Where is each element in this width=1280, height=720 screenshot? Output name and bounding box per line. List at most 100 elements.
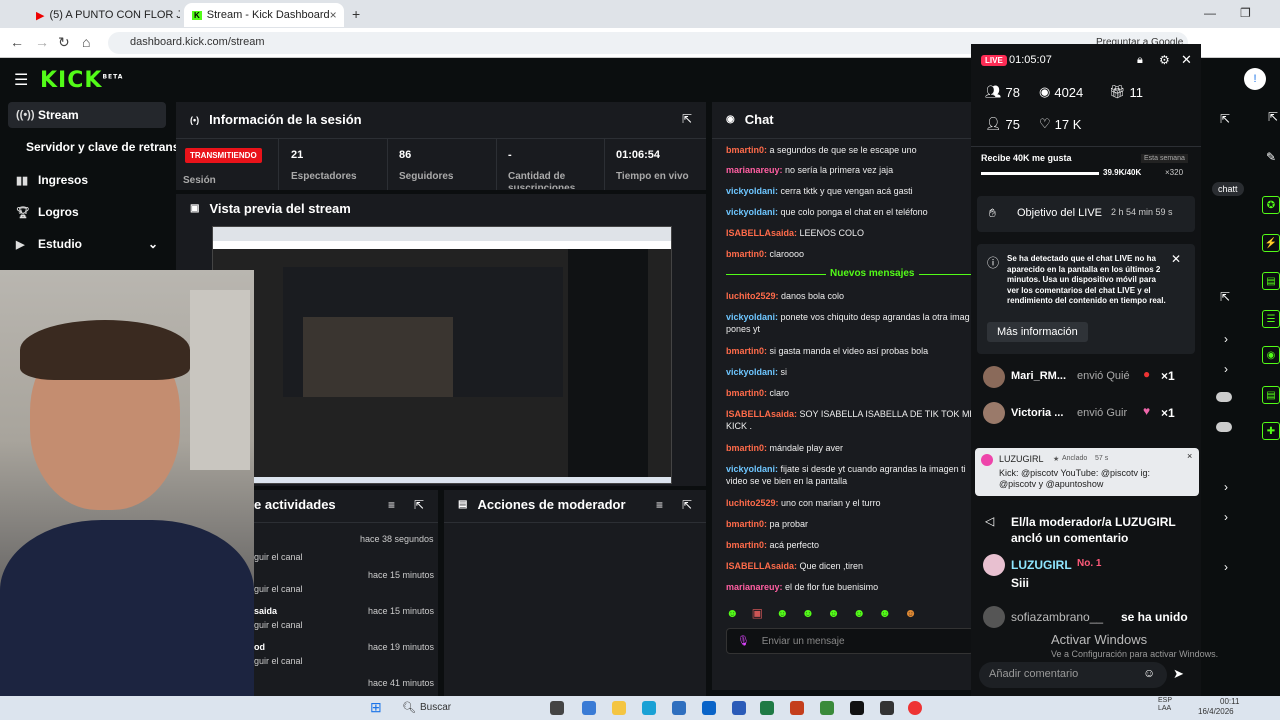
chrome-icon[interactable] (908, 701, 922, 715)
chat-message[interactable]: bmartin0: a segundos de que se le escape… (726, 144, 974, 156)
windows-icon[interactable]: ⊞ (370, 699, 382, 716)
chevron-right-icon[interactable]: › (1224, 332, 1228, 346)
chat-username[interactable]: vickyoldani: (726, 207, 781, 217)
app-icon[interactable] (582, 701, 596, 715)
chat-message[interactable]: bmartin0: claroooo (726, 248, 974, 260)
chat-message[interactable]: bmartin0: acá perfecto (726, 539, 974, 551)
tab-kick[interactable]: K Stream - Kick Dashboard × (184, 3, 344, 27)
popout-icon[interactable]: ⇱ (1220, 112, 1230, 126)
home-icon[interactable]: ⌂ (82, 34, 90, 50)
comment-input[interactable]: Añadir comentario (979, 662, 1167, 688)
lock-icon[interactable]: 🔒︎ (1137, 54, 1143, 67)
kick-logo[interactable]: KICKBETA (40, 68, 123, 93)
chat-message[interactable]: ISABELLAsaida: LEENOS COLO (726, 227, 974, 239)
close-icon[interactable]: ✕ (1171, 252, 1181, 266)
chevron-right-icon[interactable]: › (1224, 362, 1228, 376)
close-icon[interactable]: × (1187, 451, 1192, 461)
chat-username[interactable]: luchito2529: (726, 291, 781, 301)
date[interactable]: 16/4/2026 (1198, 707, 1234, 716)
chat-username[interactable]: bmartin0: (726, 540, 770, 550)
chat-username[interactable]: bmartin0: (726, 388, 770, 398)
avatar[interactable]: ! (1244, 68, 1266, 90)
chat-username[interactable]: marianareuy: (726, 582, 785, 592)
chat-message[interactable]: luchito2529: danos bola colo (726, 290, 974, 302)
search-icon[interactable]: 🔍︎ (402, 701, 416, 714)
folder-icon[interactable] (612, 701, 626, 715)
tool-icon[interactable]: ▤ (1262, 386, 1280, 404)
toggle[interactable] (1216, 422, 1232, 432)
chat-message[interactable]: KICK . (726, 420, 974, 432)
reload-icon[interactable]: ↻ (58, 34, 70, 51)
sidebar-item-ingresos[interactable]: ▮▮ Ingresos (8, 167, 166, 193)
popout-icon[interactable]: ⇱ (1220, 290, 1230, 304)
chat-username[interactable]: bmartin0: (726, 346, 770, 356)
word-icon[interactable] (732, 701, 746, 715)
tool-icon[interactable]: ✚ (1262, 422, 1280, 440)
emote-icon[interactable]: ☻ (827, 606, 840, 622)
emote-icon[interactable]: ☻ (776, 606, 789, 622)
sidebar-item-stream[interactable]: ((•)) Stream (8, 102, 166, 128)
chat-username[interactable]: ISABELLAsaida: (726, 561, 800, 571)
chat-message[interactable]: vickyoldani: cerra tktk y que vengan acá… (726, 185, 974, 197)
taskbar-search[interactable]: Buscar (420, 702, 451, 713)
popout-icon[interactable]: ⇱ (682, 112, 692, 126)
forward-icon[interactable]: → (35, 34, 49, 50)
filter-icon[interactable]: ≡ (388, 498, 395, 512)
minimize-button[interactable]: — (1204, 6, 1216, 20)
toggle[interactable] (1216, 392, 1232, 402)
gear-icon[interactable]: ⚙ (1159, 53, 1170, 67)
chat-username[interactable]: vickyoldani: (726, 186, 781, 196)
edit-icon[interactable]: ✎ (1266, 150, 1276, 164)
tab-youtube[interactable]: ▶ (5) A PUNTO CON FLOR JA... × (28, 3, 180, 27)
tool-icon[interactable]: ▤ (1262, 272, 1280, 290)
chat-tag[interactable]: chatt (1212, 182, 1244, 196)
emote-icon[interactable]: ▣ (752, 606, 763, 622)
clock[interactable]: 00:11 (1220, 697, 1239, 706)
chat-input[interactable]: 🎙︎ Enviar un mensaje (726, 628, 974, 654)
stream-preview[interactable] (212, 226, 672, 484)
new-tab-button[interactable]: + (352, 6, 360, 22)
chat-message[interactable]: ISABELLAsaida: SOY ISABELLA ISABELLA DE … (726, 408, 974, 420)
filter-icon[interactable]: ≡ (656, 498, 663, 512)
chevron-right-icon[interactable]: › (1224, 480, 1228, 494)
chat-username[interactable]: luchito2529: (726, 498, 781, 508)
chat-username[interactable]: ISABELLAsaida: (726, 228, 800, 238)
chat-username[interactable]: bmartin0: (726, 249, 770, 259)
send-icon[interactable]: ➤ (1173, 666, 1184, 682)
sidebar-item-estudio[interactable]: ▶ Estudio ⌄ (8, 231, 166, 257)
chat-username[interactable]: ISABELLAsaida: (726, 409, 800, 419)
popout-icon[interactable]: ⇱ (414, 498, 424, 512)
sidebar-item-logros[interactable]: 🏆︎ Logros (8, 199, 166, 225)
chat-message[interactable]: marianareuy: el de flor fue buenisimo (726, 581, 974, 593)
chat-message[interactable]: marianareuy: no sería la primera vez jaj… (726, 164, 974, 176)
emote-icon[interactable]: ☻ (904, 606, 917, 622)
tool-icon[interactable]: ⚡ (1262, 234, 1280, 252)
close-icon[interactable]: ✕ (1181, 52, 1192, 68)
more-info-button[interactable]: Más información (987, 322, 1088, 342)
emote-icon[interactable]: ☻ (879, 606, 892, 622)
live-goal-card[interactable]: ✋︎ Objetivo del LIVE 2 h 54 min 59 s (977, 196, 1195, 232)
tiktok-icon[interactable] (850, 701, 864, 715)
popout-icon[interactable]: ⇱ (1268, 110, 1278, 124)
chat-message[interactable]: vickyoldani: fijate si desde yt cuando a… (726, 463, 974, 475)
back-icon[interactable]: ← (10, 34, 24, 50)
emote-icon[interactable]: ☻ (726, 606, 739, 622)
chat-message[interactable]: video se ve bien en la pantalla (726, 475, 974, 487)
chat-username[interactable]: vickyoldani: (726, 464, 781, 474)
chat-message[interactable]: ISABELLAsaida: Que dicen ,tiren (726, 560, 974, 572)
emote-icon[interactable]: ☻ (802, 606, 815, 622)
sidebar-item-server[interactable]: Servidor y clave de retransn (8, 134, 187, 160)
chevron-right-icon[interactable]: › (1224, 510, 1228, 524)
chat-username[interactable]: bmartin0: (726, 519, 770, 529)
chat-message[interactable]: bmartin0: mándale play aver (726, 442, 974, 454)
tool-icon[interactable]: ✪ (1262, 196, 1280, 214)
chat-message[interactable]: vickyoldani: ponete vos chiquito desp ag… (726, 311, 974, 323)
obs-icon[interactable] (880, 701, 894, 715)
language-indicator[interactable]: ESP LAA (1158, 697, 1172, 713)
app-icon[interactable] (672, 701, 686, 715)
chevron-right-icon[interactable]: › (1224, 560, 1228, 574)
powerpoint-icon[interactable] (790, 701, 804, 715)
emote-icon[interactable]: ☻ (853, 606, 866, 622)
chat-username[interactable]: bmartin0: (726, 443, 770, 453)
chat-username[interactable]: marianareuy: (726, 165, 785, 175)
